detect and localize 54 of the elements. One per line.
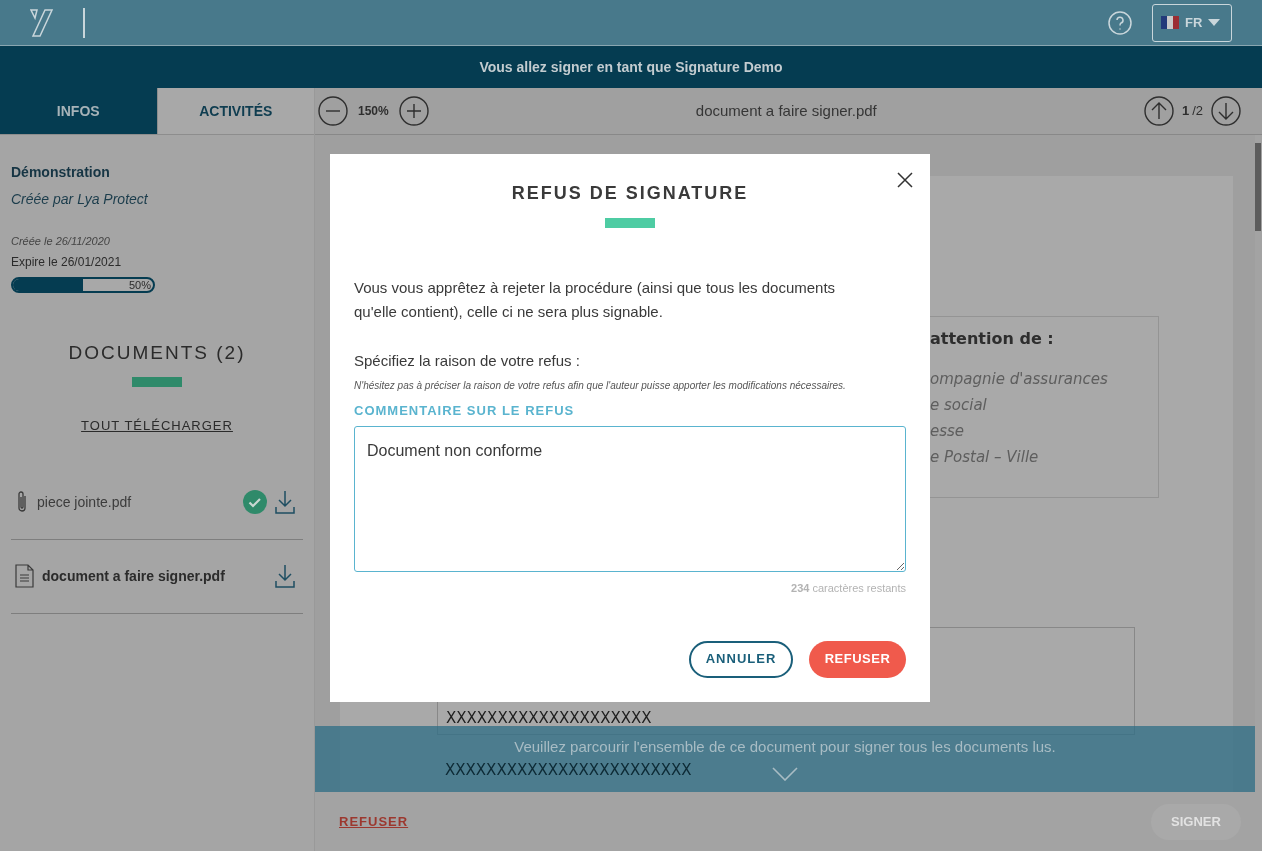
field-value: XXXXXXXXXXXXXXXXXXXX xyxy=(446,709,652,727)
dialog-title: REFUS DE SIGNATURE xyxy=(511,182,749,205)
help-icon[interactable] xyxy=(1108,10,1132,35)
check-icon xyxy=(243,490,267,514)
reason-label: Spécifiez la raison de votre refus : xyxy=(354,351,581,371)
reason-hint: N'hésitez pas à préciser la raison de votre refus afin que l'auteur puisse apporter les modifications nécessaires. xyxy=(354,378,847,393)
document-name: piece jointe.pdf xyxy=(37,492,133,512)
recipient-line: esse xyxy=(930,421,966,441)
signer-banner: Vous allez signer en tant que Signature Demo xyxy=(0,46,1262,88)
created-date: Créée le 26/11/2020 xyxy=(11,234,111,249)
zoom-in-icon[interactable] xyxy=(398,96,429,126)
warning-message: Vous vous apprêtez à rejeter la procédure (ainsi que tous les documents qu'elle contient), celle ci ne sera plus signable. xyxy=(354,278,837,322)
document-icon xyxy=(15,564,34,588)
download-icon[interactable] xyxy=(275,564,295,588)
progress-percent: 50% xyxy=(128,278,151,291)
character-counter: 234 caractères restants xyxy=(791,581,906,596)
language-selector[interactable]: FR xyxy=(1152,3,1232,42)
scroll-notice: Veuillez parcourir l'ensemble de ce document pour signer tous les documents lus. xyxy=(514,737,1056,757)
zoom-out-icon[interactable] xyxy=(318,96,348,126)
documents-heading: DOCUMENTS (2) xyxy=(68,340,246,365)
page-total: /2 xyxy=(1192,102,1203,121)
arrow-up-icon[interactable] xyxy=(1143,96,1174,126)
document-item[interactable]: document a faire signer.pdf xyxy=(11,539,303,614)
paperclip-icon xyxy=(15,490,29,514)
document-item[interactable]: piece jointe.pdf xyxy=(11,465,303,540)
recipient-line: e Postal – Ville xyxy=(930,447,1040,467)
file-name: document a faire signer.pdf xyxy=(694,100,878,121)
comment-label: COMMENTAIRE SUR LE REFUS xyxy=(354,401,576,420)
logo-icon[interactable] xyxy=(30,7,54,38)
procedure-author: Créée par Lya Protect xyxy=(11,190,149,209)
title-accent xyxy=(605,218,655,228)
scrollbar-thumb[interactable] xyxy=(1255,143,1261,231)
chevron-down-icon[interactable] xyxy=(772,766,798,781)
refuse-link[interactable]: REFUSER xyxy=(339,811,409,832)
recipient-heading: attention de : xyxy=(930,328,1055,350)
recipient-line: e social xyxy=(930,395,988,415)
field-value: XXXXXXXXXXXXXXXXXXXXXXXX xyxy=(445,760,692,781)
download-all-link[interactable]: TOUT TÉLÉCHARGER xyxy=(81,416,233,436)
expiry-date: Expire le 26/01/2021 xyxy=(11,253,123,271)
sidebar-tab[interactable]: INFOS xyxy=(0,88,157,134)
comment-field[interactable]: Document non conforme xyxy=(354,426,906,572)
document-name: document a faire signer.pdf xyxy=(42,566,226,586)
flag-icon xyxy=(1161,16,1179,29)
heading-accent xyxy=(132,377,182,387)
zoom-level: 150% xyxy=(358,103,389,120)
caret-icon xyxy=(1208,18,1221,27)
arrow-down-icon[interactable] xyxy=(1211,96,1241,126)
cancel-button[interactable]: ANNULER xyxy=(689,640,793,678)
recipient-line: ompagnie d'assurances xyxy=(930,369,1109,389)
procedure-title: Démonstration xyxy=(11,163,111,182)
close-icon[interactable] xyxy=(897,172,913,188)
download-icon[interactable] xyxy=(275,490,295,514)
page-number: 1 xyxy=(1181,102,1190,121)
refuse-button[interactable]: REFUSER xyxy=(809,640,906,678)
